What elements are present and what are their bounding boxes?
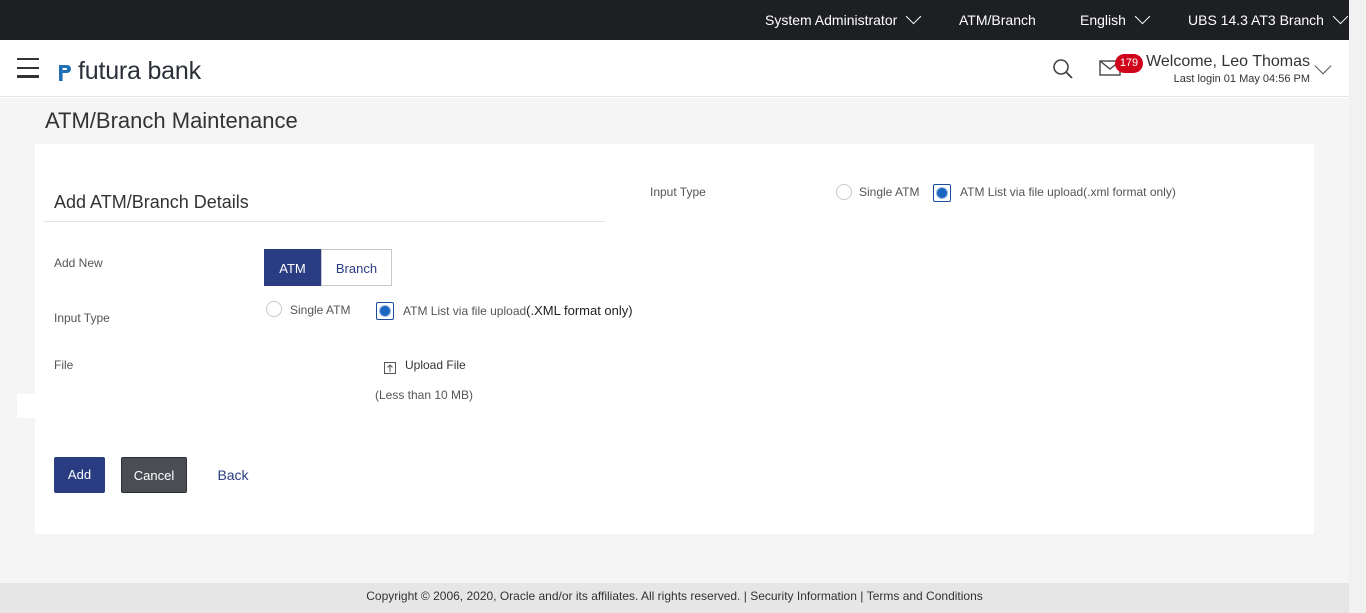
- single-atm-label: Single ATM: [290, 303, 351, 317]
- add-new-label: Add New: [54, 256, 103, 270]
- right-single-atm-label: Single ATM: [859, 185, 920, 199]
- right-input-type-label: Input Type: [650, 185, 706, 199]
- terms-and-conditions-link[interactable]: Terms and Conditions: [867, 583, 983, 610]
- notification-badge: 179: [1115, 54, 1143, 73]
- upload-icon[interactable]: [384, 362, 396, 374]
- page-title: ATM/Branch Maintenance: [45, 108, 298, 133]
- entity-label: UBS 14.3 AT3 Branch: [1188, 12, 1324, 28]
- atm-list-label-suffix: (.XML format only): [526, 303, 633, 318]
- copyright-text: Copyright © 2006, 2020, Oracle and/or it…: [366, 589, 741, 603]
- side-stub: [17, 394, 36, 418]
- logo-text: futura bank: [78, 57, 201, 85]
- branch-toggle-button[interactable]: Branch: [321, 249, 392, 286]
- section-divider: [44, 221, 605, 222]
- footer-separator: |: [740, 589, 751, 603]
- logo[interactable]: futura bank: [50, 57, 201, 86]
- footer: Copyright © 2006, 2020, Oracle and/or it…: [0, 583, 1349, 613]
- search-icon[interactable]: [1052, 58, 1074, 80]
- atm-branch-label: ATM/Branch: [959, 12, 1036, 28]
- section-title: Add ATM/Branch Details: [54, 192, 249, 212]
- atm-toggle-button[interactable]: ATM: [264, 249, 321, 286]
- chevron-down-icon[interactable]: [1314, 57, 1332, 75]
- atm-branch-link[interactable]: ATM/Branch: [959, 0, 1036, 40]
- chevron-down-icon: [1134, 8, 1151, 24]
- file-label: File: [54, 358, 74, 372]
- futura-bank-logo-icon: [50, 59, 71, 84]
- welcome-text[interactable]: Welcome, Leo Thomas: [1140, 53, 1310, 71]
- atm-list-label-prefix: ATM List via file upload: [403, 304, 527, 318]
- footer-separator: |: [856, 589, 867, 603]
- back-link[interactable]: Back: [205, 457, 261, 493]
- atm-list-radio[interactable]: [376, 302, 394, 320]
- file-size-note: (Less than 10 MB): [375, 388, 474, 402]
- security-information-link[interactable]: Security Information: [750, 583, 857, 610]
- upload-file-button[interactable]: Upload File: [405, 358, 466, 372]
- add-new-toggle: ATM Branch: [264, 249, 392, 286]
- chevron-down-icon: [905, 8, 922, 24]
- chevron-down-icon: [1332, 8, 1349, 24]
- atm-list-label: ATM List via file upload(.XML format onl…: [403, 303, 633, 318]
- right-single-atm-radio[interactable]: [836, 184, 852, 200]
- add-button[interactable]: Add: [54, 457, 105, 493]
- language-label: English: [1080, 12, 1126, 28]
- header: futura bank 179 Welcome, Leo Thomas Last…: [0, 40, 1349, 97]
- right-atm-list-radio[interactable]: [933, 184, 951, 202]
- language-menu[interactable]: English: [1080, 0, 1151, 40]
- role-menu[interactable]: System Administrator: [765, 0, 922, 40]
- single-atm-radio[interactable]: [266, 301, 282, 317]
- hamburger-menu-icon[interactable]: [17, 58, 39, 78]
- last-login-text: Last login 01 May 04:56 PM: [1173, 73, 1310, 85]
- top-bar: System Administrator ATM/Branch English …: [0, 0, 1349, 40]
- role-label: System Administrator: [765, 12, 898, 28]
- input-type-label: Input Type: [54, 311, 110, 325]
- form-card: Add ATM/Branch Details Input Type Single…: [35, 144, 1314, 534]
- vertical-scrollbar[interactable]: [1349, 0, 1366, 613]
- right-atm-list-label: ATM List via file upload(.xml format onl…: [960, 185, 1176, 199]
- entity-menu[interactable]: UBS 14.3 AT3 Branch: [1188, 0, 1349, 40]
- cancel-button[interactable]: Cancel: [121, 457, 187, 493]
